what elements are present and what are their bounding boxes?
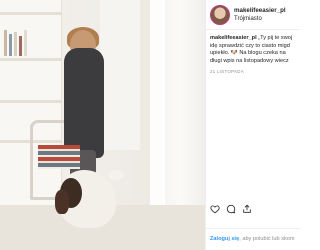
username-link[interactable]: makelifeeasier_pl xyxy=(234,7,286,15)
instagram-post: makelifeeasier_pl Trójmiasto makelifeeas… xyxy=(0,0,301,250)
photo-dog-ear xyxy=(55,190,69,214)
header-text: makelifeeasier_pl Trójmiasto xyxy=(234,7,286,23)
post-photo[interactable] xyxy=(0,0,205,250)
login-prompt-text: , aby polubić lub skom xyxy=(239,236,295,242)
photo-book-stack xyxy=(38,145,80,169)
photo-woman xyxy=(64,48,104,158)
action-bar xyxy=(210,204,252,214)
post-header: makelifeeasier_pl Trójmiasto xyxy=(206,0,300,30)
avatar[interactable] xyxy=(210,4,230,25)
post-sidebar: makelifeeasier_pl Trójmiasto makelifeeas… xyxy=(205,0,301,250)
comment-icon[interactable] xyxy=(226,204,236,214)
heart-icon[interactable] xyxy=(210,204,220,214)
caption-line: idę sprawdzić czy to ciasto migd xyxy=(210,42,290,49)
divider xyxy=(206,228,301,229)
caption-line: długi wpis na listopadowy wiecz xyxy=(210,57,289,64)
post-date: 21 LISTOPADA xyxy=(210,69,244,75)
caption-line: upiekło. 🐶 Na blogu czeka na xyxy=(210,50,286,57)
caption-line: makelifeeasier_pl „Ty pij te swoj xyxy=(210,35,296,43)
photo-shelf-right xyxy=(100,0,140,150)
post-caption: makelifeeasier_pl „Ty pij te swoj idę sp… xyxy=(206,30,300,184)
caption-text: „Ty pij te swoj xyxy=(258,35,293,41)
location-link[interactable]: Trójmiasto xyxy=(234,15,286,23)
photo-dog-tail xyxy=(108,170,124,180)
login-prompt: Zaloguj się, aby polubić lub skom xyxy=(210,236,295,242)
share-icon[interactable] xyxy=(242,204,252,214)
login-link[interactable]: Zaloguj się xyxy=(210,236,239,242)
caption-username[interactable]: makelifeeasier_pl xyxy=(210,35,257,41)
